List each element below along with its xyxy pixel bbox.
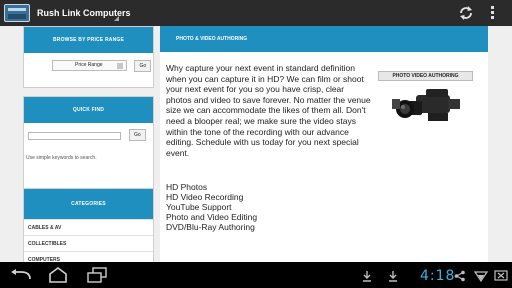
battery-icon (494, 270, 508, 281)
main-description: Why capture your next event in standard … (166, 63, 371, 158)
price-range-row: Price Range Go (52, 57, 152, 75)
quick-find-go-button[interactable]: Go (129, 129, 146, 141)
quick-find-heading: QUICK FIND (24, 97, 153, 123)
refresh-icon[interactable] (458, 5, 474, 21)
category-item[interactable]: CABLES & AV (24, 219, 153, 235)
web-content: BROWSE BY PRICE RANGE Price Range Go QUI… (0, 26, 512, 262)
overflow-menu-icon[interactable] (491, 6, 495, 20)
app-logo-icon[interactable] (4, 4, 30, 22)
video-camera-icon (392, 89, 460, 121)
services-list: HD Photos HD Video Recording YouTube Sup… (166, 182, 257, 233)
quick-find-hint: Use simple keywords to search. (26, 155, 97, 161)
action-bar: Rush Link Computers (0, 0, 512, 26)
spinner-indicator-icon[interactable] (114, 16, 119, 21)
price-range-select[interactable]: Price Range (52, 60, 127, 72)
download-icon (363, 271, 371, 282)
price-range-box: BROWSE BY PRICE RANGE Price Range Go (23, 26, 154, 88)
promo-banner: PHOTO VIDEO AUTHORING (378, 71, 473, 81)
share-icon (454, 270, 465, 282)
promo-image: PHOTO VIDEO AUTHORING (378, 69, 473, 149)
chevron-down-icon (117, 63, 123, 70)
download-icon (389, 271, 397, 282)
price-range-select-value: Price Range (75, 62, 103, 69)
sidebar: BROWSE BY PRICE RANGE Price Range Go QUI… (23, 26, 154, 262)
page-title: PHOTO & VIDEO AUTHORING (160, 26, 488, 52)
home-icon[interactable] (47, 267, 69, 283)
system-nav-bar: 4:18 (0, 262, 512, 288)
price-range-heading: BROWSE BY PRICE RANGE (24, 27, 153, 53)
categories-heading: CATEGORIES (24, 189, 153, 219)
main-panel: PHOTO & VIDEO AUTHORING Why capture your… (160, 26, 488, 262)
wifi-icon (474, 271, 488, 282)
recent-apps-icon[interactable] (86, 267, 108, 283)
quick-find-input[interactable] (28, 132, 121, 140)
price-go-button[interactable]: Go (134, 59, 152, 72)
quick-find-box: QUICK FIND Go Use simple keywords to sea… (23, 96, 154, 192)
list-item: DVD/Blu-Ray Authoring (166, 221, 255, 232)
category-item[interactable]: COLLECTIBLES (24, 235, 153, 251)
clock: 4:18 (420, 268, 456, 284)
categories-box: CATEGORIES CABLES & AV COLLECTIBLES COMP… (23, 188, 154, 262)
category-item[interactable]: COMPUTERS (24, 251, 153, 262)
back-icon[interactable] (10, 269, 32, 281)
